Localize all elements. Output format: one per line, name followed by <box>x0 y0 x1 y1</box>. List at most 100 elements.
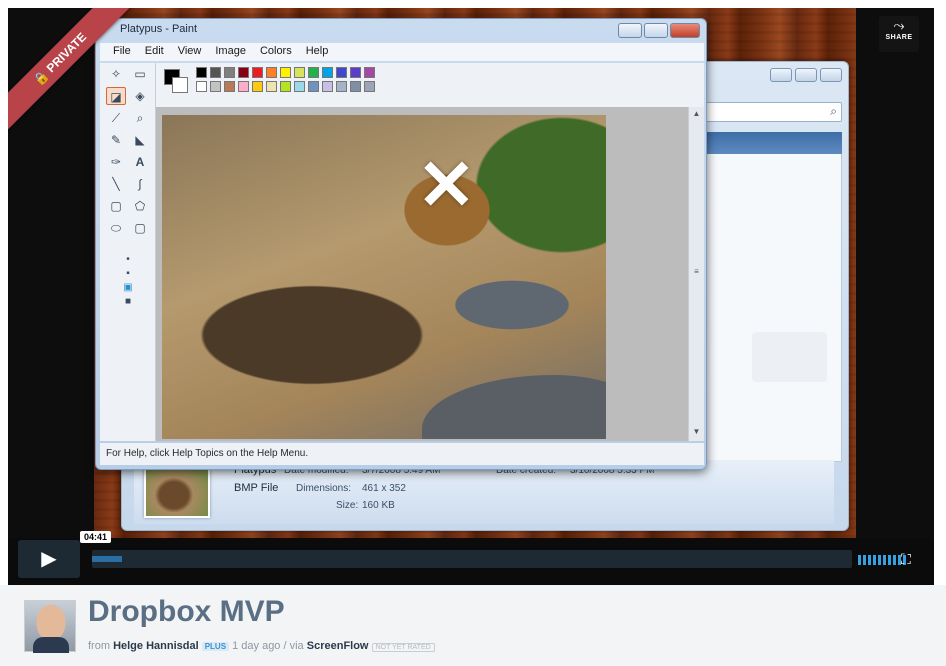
explorer-search-box: ⌕ <box>702 102 842 122</box>
share-button[interactable]: ⤳ SHARE <box>879 16 919 52</box>
palette-swatch <box>224 67 235 78</box>
palette-swatch <box>322 81 333 92</box>
fill-icon: ◈ <box>135 89 145 103</box>
progress-played <box>92 556 123 562</box>
curve-icon: ∫ <box>138 177 142 191</box>
palette-swatch <box>196 81 207 92</box>
rect-select-icon: ▭ <box>134 67 146 81</box>
paint-vertical-scrollbar: ▲ ≡ ▼ <box>688 107 704 441</box>
palette-swatch <box>308 81 319 92</box>
play-icon: ▶ <box>41 548 57 570</box>
palette-swatch <box>266 67 277 78</box>
x-mark-icon: ✕ <box>417 146 476 224</box>
file-type: BMP File <box>234 482 279 494</box>
secondary-color-swatch <box>172 77 188 93</box>
dimensions-label: Dimensions: <box>296 483 352 494</box>
menu-file: File <box>113 45 131 57</box>
file-thumbnail <box>144 462 210 518</box>
palette-swatch <box>294 67 305 78</box>
video-info: Dropbox MVP from Helge Hannisdal PLUS 1 … <box>0 585 946 666</box>
menu-help: Help <box>305 45 329 57</box>
from-label: from <box>88 640 110 652</box>
timecode-label: 04:41 <box>80 531 112 543</box>
rock-shape <box>422 375 606 439</box>
video-title: Dropbox MVP <box>88 595 285 628</box>
share-icon: ⤳ <box>893 17 905 33</box>
paint-menubar: File Edit View Image Colors Help <box>100 43 704 61</box>
volume-control[interactable] <box>858 555 906 565</box>
close-button <box>670 23 700 38</box>
author-link[interactable]: Helge Hannisdal <box>113 640 199 652</box>
explorer-header-bar <box>702 132 842 154</box>
explorer-panel <box>752 332 827 382</box>
line-icon: ╲ <box>112 177 120 191</box>
text-icon: A <box>135 155 145 169</box>
explorer-content <box>702 132 842 462</box>
palette-swatch <box>350 81 361 92</box>
eraser-icon: ◪ <box>106 87 126 105</box>
maximize-button <box>644 23 668 38</box>
palette-swatch <box>210 81 221 92</box>
color-palette <box>156 63 704 107</box>
palette-swatch <box>196 67 207 78</box>
rounded-rect-icon: ▢ <box>134 221 146 235</box>
palette-swatch <box>336 67 347 78</box>
play-button[interactable]: ▶ <box>18 540 80 578</box>
palette-swatch <box>308 67 319 78</box>
search-icon: ⌕ <box>830 104 837 118</box>
video-meta: from Helge Hannisdal PLUS 1 day ago / vi… <box>88 640 435 652</box>
paint-canvas-area: ✕ <box>156 107 688 441</box>
magnifier-icon: ⌕ <box>136 111 144 125</box>
size-label: Size: <box>336 500 359 511</box>
paint-window-title: Platypus - Paint <box>120 23 198 35</box>
fullscreen-icon[interactable]: ⛶ <box>901 551 911 568</box>
paint-status-bar: For Help, click Help Topics on the Help … <box>100 443 704 465</box>
palette-swatch <box>322 67 333 78</box>
paint-window-buttons <box>618 23 700 38</box>
app-link[interactable]: ScreenFlow <box>307 640 369 652</box>
share-label: SHARE <box>885 34 913 41</box>
palette-swatch <box>252 67 263 78</box>
palette-swatch <box>252 81 263 92</box>
ellipse-icon: ⬭ <box>110 221 122 235</box>
video-player[interactable]: ⌕ Platypus Date modified: 3/7/2008 5:49 … <box>8 8 934 585</box>
progress-track[interactable] <box>92 550 852 568</box>
via-label: / via <box>283 640 304 652</box>
free-select-icon: ✧ <box>110 67 122 81</box>
author-avatar[interactable] <box>24 600 76 653</box>
plus-badge: PLUS <box>201 642 230 651</box>
video-frame[interactable]: ⌕ Platypus Date modified: 3/7/2008 5:49 … <box>8 8 934 538</box>
palette-swatch <box>280 81 291 92</box>
paint-toolbox: ✧ ▭ ◪ ◈ ⟋ ⌕ ✎ ◣ ✑ A ╲ ∫ ▢ ⬠ ⬭ ▢ • ▪ ▣ ■ <box>100 63 156 441</box>
palette-swatch <box>350 67 361 78</box>
palette-swatch <box>238 81 249 92</box>
airbrush-icon: ✑ <box>110 155 122 169</box>
paint-window: Platypus - Paint File Edit View Image Co… <box>95 18 707 470</box>
scroll-up-icon: ▲ <box>692 109 701 118</box>
posted-time: 1 day ago <box>232 640 281 652</box>
platypus-image: ✕ <box>162 115 606 439</box>
minimize-button <box>618 23 642 38</box>
palette-swatch <box>294 81 305 92</box>
palette-swatch <box>238 67 249 78</box>
palette-swatch <box>266 81 277 92</box>
scroll-grip-icon: ≡ <box>694 267 699 276</box>
dimensions-value: 461 x 352 <box>362 483 406 494</box>
menu-view: View <box>177 45 202 57</box>
palette-swatch <box>336 81 347 92</box>
explorer-window-buttons <box>770 68 842 82</box>
rating-badge: NOT YET RATED <box>371 643 435 652</box>
palette-swatch <box>364 81 375 92</box>
rectangle-icon: ▢ <box>110 199 122 213</box>
menu-edit: Edit <box>144 45 164 57</box>
player-controls: ▶ 04:41 ⛶ <box>8 531 934 585</box>
palette-swatch <box>364 67 375 78</box>
polygon-icon: ⬠ <box>134 199 146 213</box>
brush-icon: ◣ <box>135 133 145 147</box>
scroll-down-icon: ▼ <box>692 427 701 436</box>
palette-swatch <box>210 67 221 78</box>
menu-image: Image <box>215 45 246 57</box>
menu-colors: Colors <box>259 45 292 57</box>
pencil-icon: ✎ <box>110 133 122 147</box>
palette-swatch <box>224 81 235 92</box>
